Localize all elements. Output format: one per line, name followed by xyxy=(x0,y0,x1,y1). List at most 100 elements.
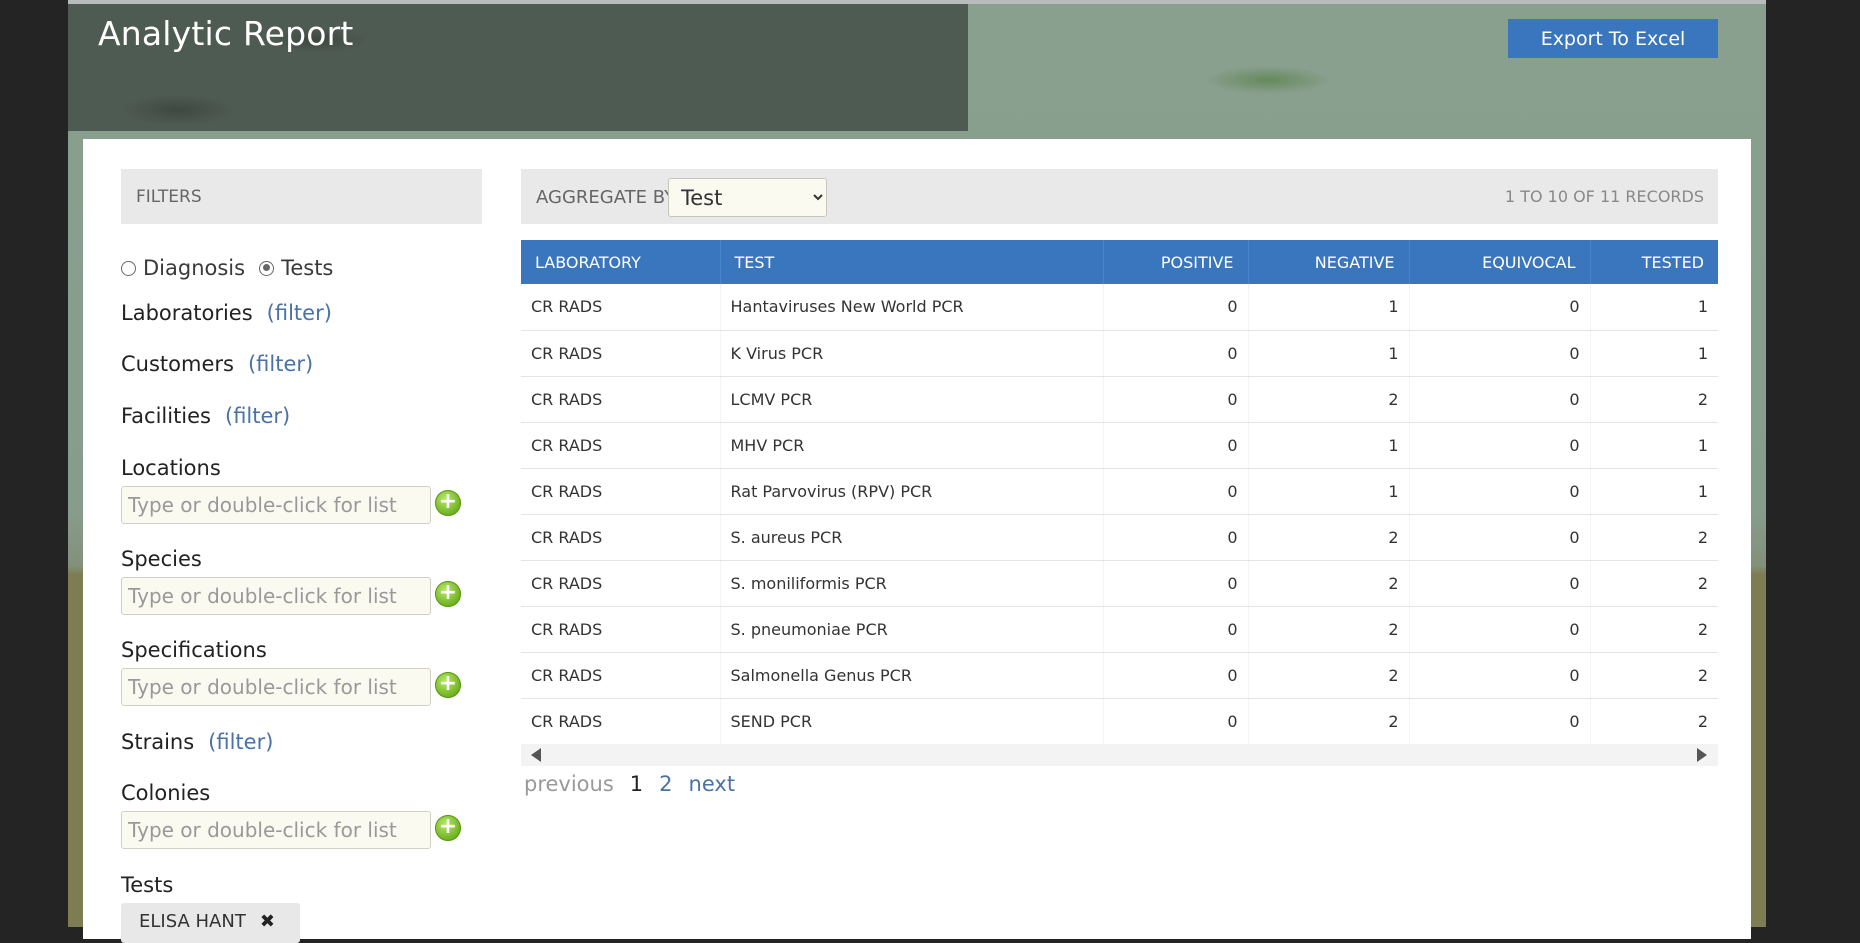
column-header-laboratory[interactable]: LABORATORY xyxy=(521,240,720,284)
pagination-current-page: 1 xyxy=(629,772,644,796)
aggregate-by-select[interactable]: Test xyxy=(668,178,827,217)
facilities-filter-link[interactable]: (filter) xyxy=(225,404,290,428)
add-species-plus-icon[interactable]: + xyxy=(435,581,461,607)
cell-negative: 1 xyxy=(1247,468,1409,515)
cell-negative: 2 xyxy=(1247,698,1409,745)
tests-label: Tests xyxy=(121,873,174,897)
table-body: CR RADS Hantaviruses New World PCR 0 1 0 1 CR … xyxy=(521,284,1718,745)
cell-laboratory: CR RADS xyxy=(521,560,720,607)
cell-equivocal: 0 xyxy=(1408,606,1590,653)
cell-positive: 0 xyxy=(1102,514,1248,561)
horizontal-scrollbar[interactable] xyxy=(521,744,1718,766)
customers-filter-link[interactable]: (filter) xyxy=(248,352,313,376)
cell-equivocal: 0 xyxy=(1408,376,1590,423)
cell-test: Rat Parvovirus (RPV) PCR xyxy=(719,468,1103,515)
cell-positive: 0 xyxy=(1102,606,1248,653)
locations-input[interactable] xyxy=(121,486,431,524)
column-header-equivocal[interactable]: EQUIVOCAL xyxy=(1408,240,1590,284)
pagination: previous 1 2 next xyxy=(524,772,751,796)
table-row[interactable]: CR RADS MHV PCR 0 1 0 1 xyxy=(521,422,1718,469)
cell-positive: 0 xyxy=(1102,376,1248,423)
table-row[interactable]: CR RADS S. aureus PCR 0 2 0 2 xyxy=(521,514,1718,561)
cell-equivocal: 0 xyxy=(1408,514,1590,561)
table-row[interactable]: CR RADS K Virus PCR 0 1 0 1 xyxy=(521,330,1718,377)
add-specification-plus-icon[interactable]: + xyxy=(435,672,461,698)
column-header-positive[interactable]: POSITIVE xyxy=(1102,240,1248,284)
strains-label: Strains xyxy=(121,730,195,754)
cell-positive: 0 xyxy=(1102,284,1248,331)
cell-equivocal: 0 xyxy=(1408,284,1590,331)
table-row[interactable]: CR RADS LCMV PCR 0 2 0 2 xyxy=(521,376,1718,423)
customers-filter: Customers (filter) xyxy=(121,352,313,376)
cell-test: LCMV PCR xyxy=(719,376,1103,423)
table-row[interactable]: CR RADS Rat Parvovirus (RPV) PCR 0 1 0 1 xyxy=(521,468,1718,515)
cell-laboratory: CR RADS xyxy=(521,468,720,515)
colonies-input[interactable] xyxy=(121,811,431,849)
table-row[interactable]: CR RADS S. pneumoniae PCR 0 2 0 2 xyxy=(521,606,1718,653)
page-title: Analytic Report xyxy=(98,14,354,53)
filters-heading: FILTERS xyxy=(121,169,482,224)
column-header-tested[interactable]: TESTED xyxy=(1589,240,1718,284)
cell-equivocal: 0 xyxy=(1408,560,1590,607)
colonies-label: Colonies xyxy=(121,781,211,805)
column-header-negative[interactable]: NEGATIVE xyxy=(1247,240,1409,284)
cell-tested: 2 xyxy=(1589,698,1718,745)
diagnosis-radio[interactable] xyxy=(121,260,136,276)
species-input[interactable] xyxy=(121,577,431,615)
table-row[interactable]: CR RADS S. moniliformis PCR 0 2 0 2 xyxy=(521,560,1718,607)
cell-laboratory: CR RADS xyxy=(521,652,720,699)
specifications-input[interactable] xyxy=(121,668,431,706)
add-colony-plus-icon[interactable]: + xyxy=(435,815,461,841)
scroll-right-icon[interactable] xyxy=(1697,748,1707,762)
remove-tag-close-icon[interactable]: ✖ xyxy=(260,911,275,932)
cell-equivocal: 0 xyxy=(1408,468,1590,515)
cell-tested: 2 xyxy=(1589,652,1718,699)
test-tag-label: ELISA HANT xyxy=(139,911,246,932)
export-to-excel-button[interactable]: Export To Excel xyxy=(1508,19,1718,58)
pagination-page-2[interactable]: 2 xyxy=(659,772,672,796)
table-row[interactable]: CR RADS Salmonella Genus PCR 0 2 0 2 xyxy=(521,652,1718,699)
laboratories-filter: Laboratories (filter) xyxy=(121,301,332,325)
cell-negative: 2 xyxy=(1247,376,1409,423)
laboratories-filter-link[interactable]: (filter) xyxy=(267,301,332,325)
specifications-label: Specifications xyxy=(121,638,267,662)
cell-positive: 0 xyxy=(1102,330,1248,377)
cell-laboratory: CR RADS xyxy=(521,698,720,745)
cell-positive: 0 xyxy=(1102,560,1248,607)
cell-tested: 1 xyxy=(1589,330,1718,377)
cell-negative: 1 xyxy=(1247,422,1409,469)
pagination-next[interactable]: next xyxy=(689,772,736,796)
cell-laboratory: CR RADS xyxy=(521,284,720,331)
cell-negative: 2 xyxy=(1247,514,1409,561)
table-row[interactable]: CR RADS Hantaviruses New World PCR 0 1 0 1 xyxy=(521,284,1718,331)
cell-negative: 2 xyxy=(1247,606,1409,653)
pagination-previous: previous xyxy=(524,772,614,796)
table-row[interactable]: CR RADS SEND PCR 0 2 0 2 xyxy=(521,698,1718,745)
cell-tested: 2 xyxy=(1589,606,1718,653)
cell-tested: 1 xyxy=(1589,422,1718,469)
cell-test: Salmonella Genus PCR xyxy=(719,652,1103,699)
cell-test: SEND PCR xyxy=(719,698,1103,745)
cell-equivocal: 0 xyxy=(1408,652,1590,699)
cell-tested: 2 xyxy=(1589,376,1718,423)
cell-equivocal: 0 xyxy=(1408,422,1590,469)
cell-laboratory: CR RADS xyxy=(521,330,720,377)
column-header-test[interactable]: TEST xyxy=(719,240,1103,284)
tests-radio-label[interactable]: Tests xyxy=(281,256,333,280)
facilities-label: Facilities xyxy=(121,404,211,428)
cell-test: S. aureus PCR xyxy=(719,514,1103,561)
cell-equivocal: 0 xyxy=(1408,330,1590,377)
cell-positive: 0 xyxy=(1102,468,1248,515)
strains-filter-link[interactable]: (filter) xyxy=(208,730,273,754)
diagnosis-radio-label[interactable]: Diagnosis xyxy=(143,256,245,280)
scroll-left-icon[interactable] xyxy=(531,748,541,762)
customers-label: Customers xyxy=(121,352,234,376)
cell-laboratory: CR RADS xyxy=(521,606,720,653)
tests-radio[interactable] xyxy=(259,260,275,276)
cell-tested: 1 xyxy=(1589,284,1718,331)
laboratories-label: Laboratories xyxy=(121,301,253,325)
test-tag: ELISA HANT ✖ xyxy=(121,903,300,943)
cell-positive: 0 xyxy=(1102,422,1248,469)
add-location-plus-icon[interactable]: + xyxy=(435,490,461,516)
cell-tested: 2 xyxy=(1589,514,1718,561)
